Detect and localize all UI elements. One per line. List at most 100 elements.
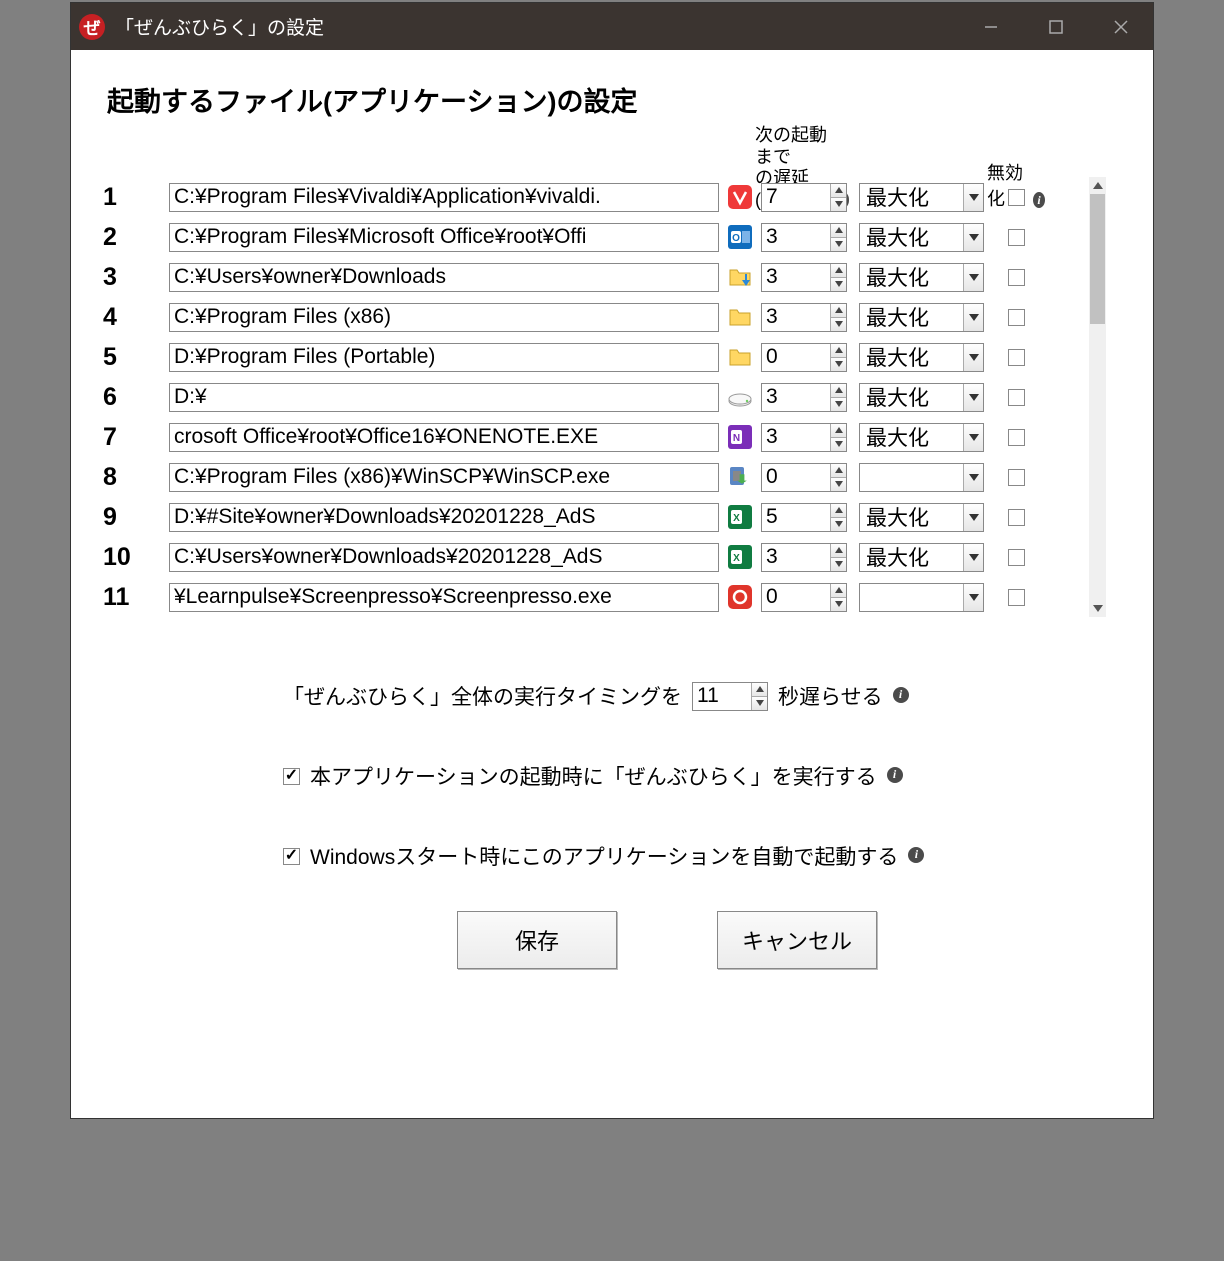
delay-spinner[interactable]: 0	[761, 583, 847, 612]
save-button[interactable]: 保存	[457, 911, 617, 969]
spinner-down-icon[interactable]	[830, 317, 846, 331]
window-mode-select[interactable]: 最大化	[859, 343, 984, 372]
delay-spinner[interactable]: 3	[761, 543, 847, 572]
filepath-input[interactable]	[169, 423, 719, 452]
window-mode-select[interactable]	[859, 463, 984, 492]
spinner-down-icon[interactable]	[830, 397, 846, 411]
spinner-down-icon[interactable]	[830, 557, 846, 571]
disable-checkbox[interactable]	[1008, 189, 1025, 206]
spinner-down-icon[interactable]	[830, 237, 846, 251]
disable-checkbox[interactable]	[1008, 229, 1025, 246]
maximize-button[interactable]	[1023, 3, 1088, 50]
drive-icon	[725, 377, 755, 417]
delay-spinner[interactable]: 5	[761, 503, 847, 532]
chevron-down-icon[interactable]	[963, 504, 983, 531]
disable-checkbox[interactable]	[1008, 509, 1025, 526]
delay-spinner[interactable]: 3	[761, 383, 847, 412]
chevron-down-icon[interactable]	[963, 424, 983, 451]
info-icon[interactable]: i	[908, 847, 924, 863]
spinner-up-icon[interactable]	[830, 384, 846, 397]
spinner-down-icon[interactable]	[830, 517, 846, 531]
chevron-down-icon[interactable]	[963, 184, 983, 211]
info-icon[interactable]: i	[893, 687, 909, 703]
scroll-up-icon[interactable]	[1089, 177, 1106, 194]
filepath-input[interactable]	[169, 263, 719, 292]
spinner-up-icon[interactable]	[830, 464, 846, 477]
spinner-down-icon[interactable]	[830, 437, 846, 451]
spinner-up-icon[interactable]	[830, 504, 846, 517]
window-mode-select[interactable]: 最大化	[859, 503, 984, 532]
spinner-up-icon[interactable]	[830, 584, 846, 597]
delay-spinner[interactable]: 3	[761, 303, 847, 332]
filepath-input[interactable]	[169, 503, 719, 532]
spinner-up-icon[interactable]	[830, 184, 846, 197]
chevron-down-icon[interactable]	[963, 544, 983, 571]
filepath-input[interactable]	[169, 223, 719, 252]
chevron-down-icon[interactable]	[963, 264, 983, 291]
spinner-down-icon[interactable]	[830, 277, 846, 291]
close-button[interactable]	[1088, 3, 1153, 50]
chevron-down-icon[interactable]	[963, 464, 983, 491]
filepath-input[interactable]	[169, 583, 719, 612]
delay-spinner[interactable]: 0	[761, 463, 847, 492]
disable-checkbox[interactable]	[1008, 309, 1025, 326]
window-mode-select[interactable]	[859, 583, 984, 612]
scroll-thumb[interactable]	[1090, 194, 1105, 324]
info-icon[interactable]: i	[887, 767, 903, 783]
filepath-input[interactable]	[169, 183, 719, 212]
delay-spinner[interactable]: 7	[761, 183, 847, 212]
filepath-input[interactable]	[169, 463, 719, 492]
spinner-down-icon[interactable]	[830, 357, 846, 371]
scrollbar[interactable]	[1089, 177, 1106, 617]
spinner-up-icon[interactable]	[830, 264, 846, 277]
chevron-down-icon[interactable]	[963, 384, 983, 411]
scroll-down-icon[interactable]	[1089, 600, 1106, 617]
window-mode-select[interactable]: 最大化	[859, 423, 984, 452]
disable-checkbox[interactable]	[1008, 469, 1025, 486]
spinner-down-icon[interactable]	[830, 197, 846, 211]
run-on-app-start-checkbox[interactable]	[283, 768, 300, 785]
global-delay-spinner[interactable]: 11	[692, 682, 768, 711]
spinner-down-icon[interactable]	[830, 477, 846, 491]
window-mode-select[interactable]: 最大化	[859, 263, 984, 292]
window-mode-select[interactable]: 最大化	[859, 183, 984, 212]
file-row: 43最大化	[103, 297, 1083, 337]
window-mode-select[interactable]: 最大化	[859, 303, 984, 332]
spinner-up-icon[interactable]	[830, 304, 846, 317]
disable-checkbox[interactable]	[1008, 549, 1025, 566]
window-mode-select[interactable]: 最大化	[859, 383, 984, 412]
delay-spinner[interactable]: 3	[761, 223, 847, 252]
chevron-down-icon[interactable]	[963, 304, 983, 331]
filepath-input[interactable]	[169, 543, 719, 572]
chevron-down-icon[interactable]	[963, 224, 983, 251]
window-mode-select[interactable]: 最大化	[859, 223, 984, 252]
minimize-button[interactable]	[958, 3, 1023, 50]
row-index: 8	[103, 463, 169, 492]
file-row: 103最大化	[103, 537, 1083, 577]
filepath-input[interactable]	[169, 303, 719, 332]
delay-spinner[interactable]: 0	[761, 343, 847, 372]
chevron-down-icon[interactable]	[963, 584, 983, 611]
spinner-up-icon[interactable]	[830, 224, 846, 237]
delay-spinner[interactable]: 3	[761, 263, 847, 292]
filepath-input[interactable]	[169, 383, 719, 412]
delay-spinner[interactable]: 3	[761, 423, 847, 452]
cancel-button[interactable]: キャンセル	[717, 911, 877, 969]
spinner-up-icon[interactable]	[830, 344, 846, 357]
spinner-up-icon[interactable]	[830, 544, 846, 557]
window-mode-select[interactable]: 最大化	[859, 543, 984, 572]
disable-checkbox[interactable]	[1008, 389, 1025, 406]
disable-checkbox[interactable]	[1008, 349, 1025, 366]
run-on-win-start-checkbox[interactable]	[283, 848, 300, 865]
file-row: 50最大化	[103, 337, 1083, 377]
spinner-down-icon[interactable]	[751, 696, 767, 710]
file-row: 80	[103, 457, 1083, 497]
spinner-up-icon[interactable]	[751, 683, 767, 696]
disable-checkbox[interactable]	[1008, 589, 1025, 606]
chevron-down-icon[interactable]	[963, 344, 983, 371]
filepath-input[interactable]	[169, 343, 719, 372]
disable-checkbox[interactable]	[1008, 429, 1025, 446]
spinner-up-icon[interactable]	[830, 424, 846, 437]
spinner-down-icon[interactable]	[830, 597, 846, 611]
disable-checkbox[interactable]	[1008, 269, 1025, 286]
